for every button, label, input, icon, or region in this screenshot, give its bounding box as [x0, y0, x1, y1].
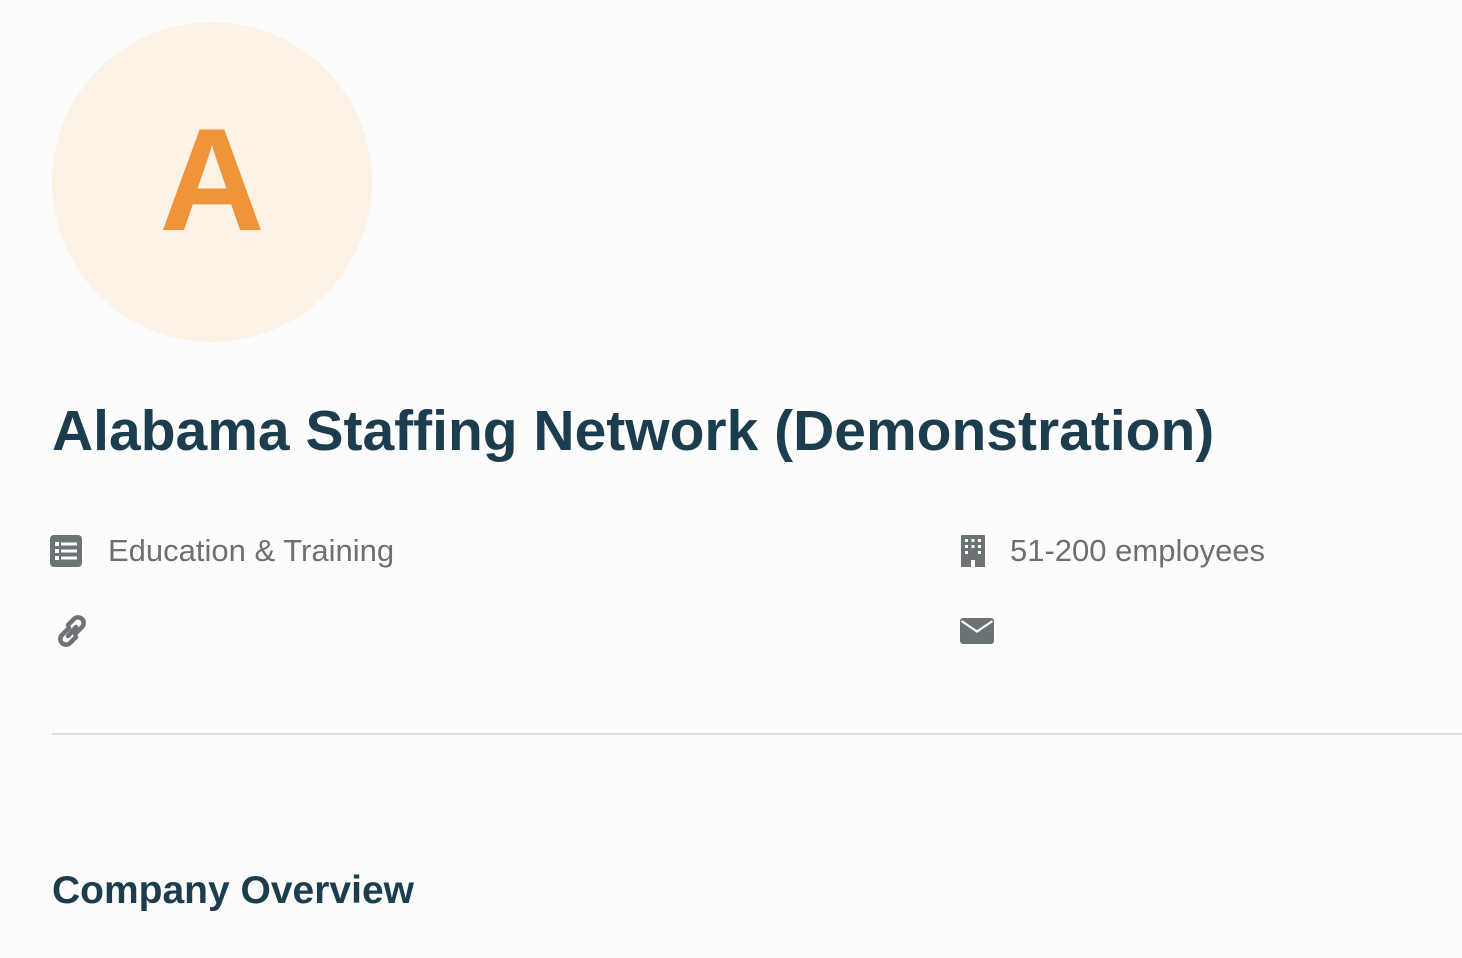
industry-info: Education & Training [50, 530, 394, 572]
avatar-initial: A [159, 98, 265, 261]
email-info[interactable] [960, 612, 994, 650]
industry-label: Education & Training [108, 533, 395, 568]
link-icon[interactable] [52, 614, 92, 648]
company-size-label: 51-200 employees [1010, 533, 1266, 568]
envelope-icon[interactable] [960, 618, 994, 644]
company-name: Alabama Staffing Network (Demonstration) [52, 399, 1215, 463]
building-icon [960, 534, 986, 568]
section-divider [52, 733, 1462, 735]
company-profile-page: A Alabama Staffing Network (Demonstratio… [0, 0, 1462, 958]
website-info[interactable] [52, 612, 92, 650]
company-avatar: A [52, 22, 372, 342]
company-size-info: 51-200 employees [960, 530, 1265, 572]
list-icon [50, 535, 82, 567]
company-overview-heading: Company Overview [52, 869, 414, 912]
